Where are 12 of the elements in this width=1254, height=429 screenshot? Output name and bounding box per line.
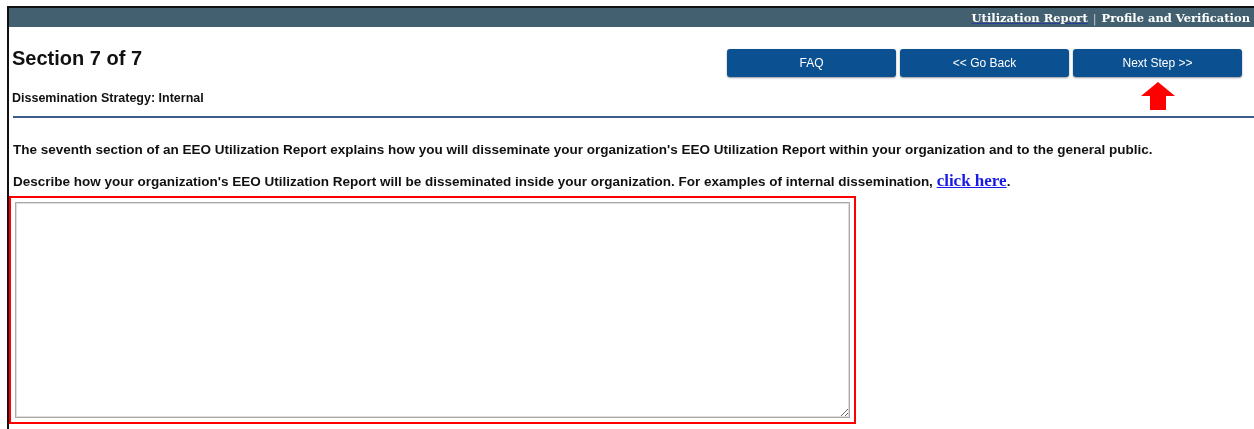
nav-button[interactable]: << Go Back — [900, 49, 1069, 77]
header-link[interactable]: Profile and Verification — [1101, 10, 1250, 25]
intro-text: The seventh section of an EEO Utilization Report explains how you will disseminate your organization's EEO Utilization Report within your organization and to the general public. — [13, 142, 1154, 157]
section-title: Section 7 of 7 — [12, 47, 144, 70]
nav-button[interactable]: Next Step >> — [1073, 49, 1242, 77]
help-link[interactable]: click here — [936, 171, 1007, 190]
nav-button[interactable]: FAQ — [727, 49, 896, 77]
separator: | — [1092, 10, 1097, 25]
arrow-icon — [1140, 82, 1175, 110]
header-link[interactable]: Utilization Report — [971, 10, 1088, 25]
section-subtitle: Dissemination Strategy: Internal — [12, 91, 204, 105]
prompt-text: Describe how your organization's EEO Utilization Report will be disseminated inside your organization. For examples of internal dissemination, click here. — [13, 171, 1012, 191]
